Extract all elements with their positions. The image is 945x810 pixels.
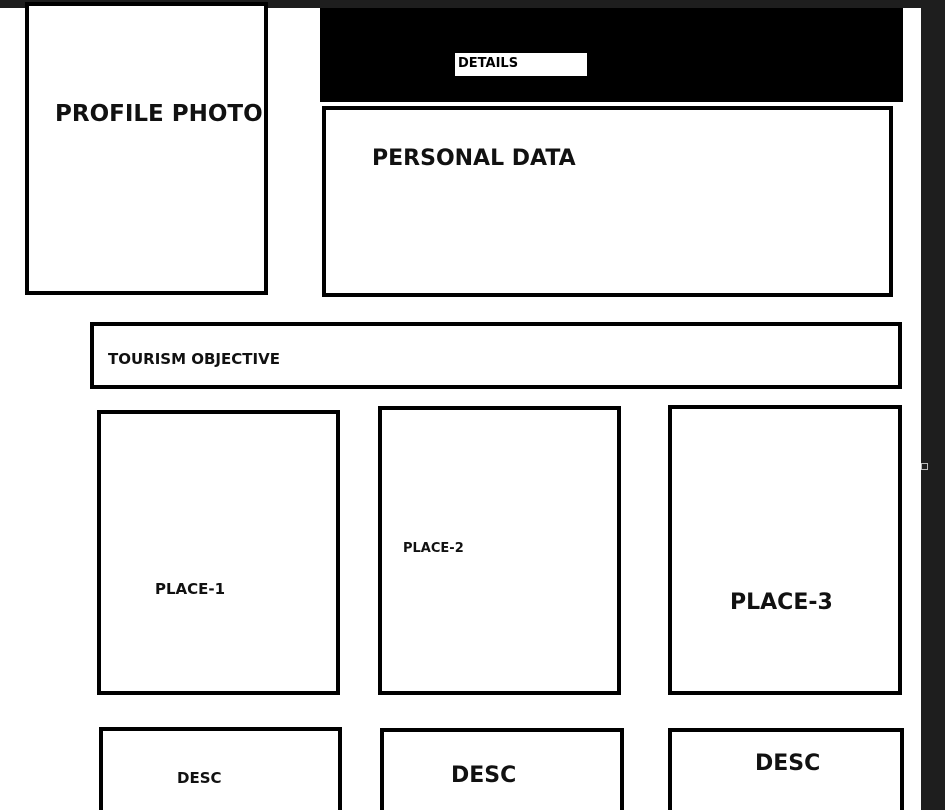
profile-photo-label: PROFILE PHOTO [55, 101, 263, 127]
tourism-objective-label: TOURISM OBJECTIVE [108, 350, 280, 368]
desc-1-label: DESC [177, 769, 222, 787]
personal-data-box [322, 106, 893, 297]
details-tab[interactable]: DETAILS [455, 53, 587, 76]
place-3-label: PLACE-3 [730, 590, 833, 615]
desc-3-label: DESC [755, 751, 821, 776]
scrollbar-handle[interactable] [921, 463, 928, 470]
personal-data-label: PERSONAL DATA [372, 146, 576, 171]
place-3-box [668, 405, 902, 695]
details-header-bar [320, 8, 903, 102]
desc-2-label: DESC [451, 763, 517, 788]
place-1-label: PLACE-1 [155, 580, 226, 598]
place-2-label: PLACE-2 [403, 541, 464, 556]
profile-photo-placeholder [25, 2, 268, 295]
place-1-box [97, 410, 340, 695]
